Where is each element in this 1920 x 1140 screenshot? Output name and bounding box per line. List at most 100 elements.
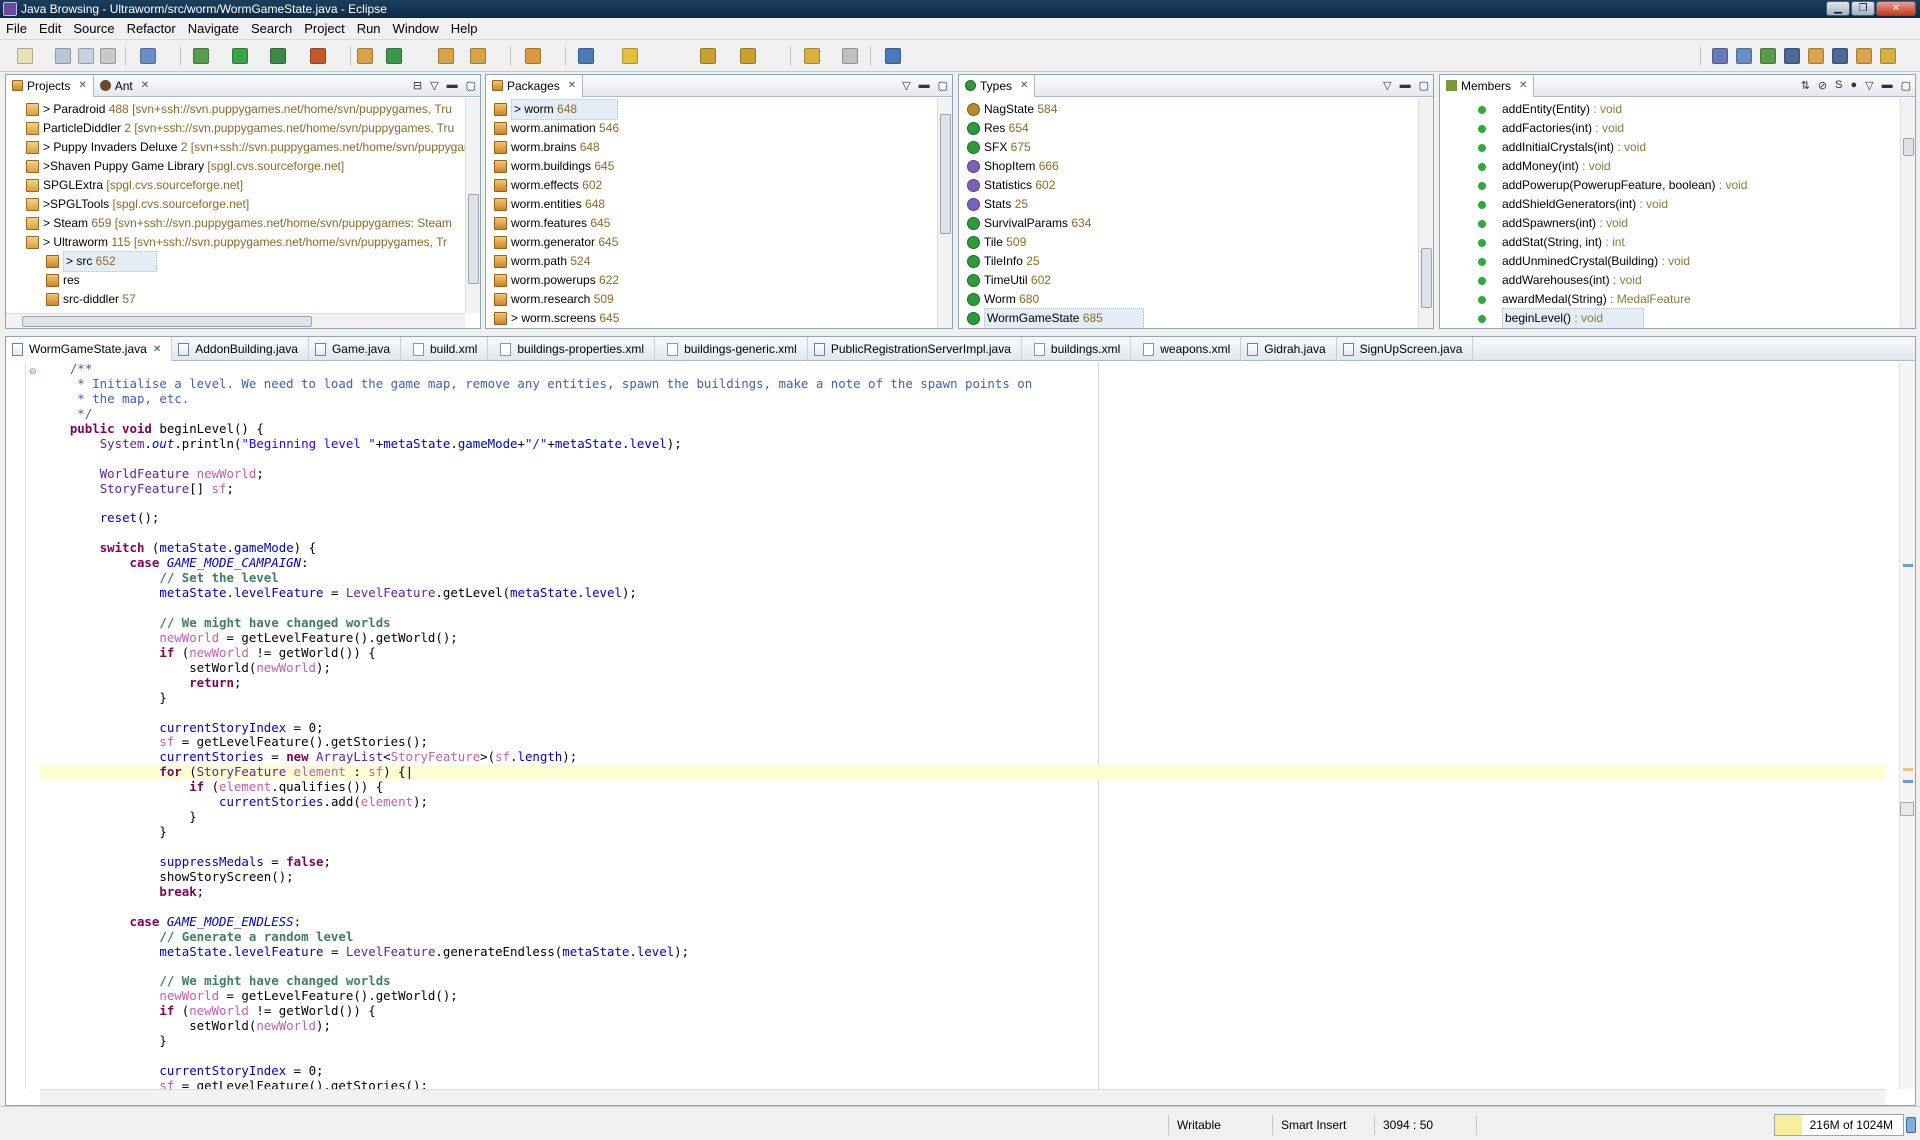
editor-tab-gidrah-java[interactable]: Gidrah.java [1241,337,1337,361]
types-item[interactable]: ShopItem 666 [967,157,1418,176]
projects-item[interactable]: > Paradroid 488 [svn+ssh://svn.puppygame… [26,100,465,119]
view-tab-ant[interactable]: Ant ✕ [94,75,155,97]
perspective-xml-icon[interactable] [1832,48,1848,64]
forward-icon[interactable] [842,48,858,64]
members-item[interactable]: addEntity(Entity) : void [1472,100,1900,119]
view-menu-icon[interactable]: ▽ [430,79,438,92]
packages-vertical-scrollbar[interactable] [937,98,952,328]
editor-tab-buildings-properties-xml[interactable]: buildings-properties.xml [488,337,656,361]
menu-project[interactable]: Project [298,21,350,36]
fold-collapse-icon[interactable]: ⊖ [29,366,37,377]
view-tab-types[interactable]: Types ✕ [959,75,1036,97]
types-item[interactable]: NagState 584 [967,100,1418,119]
maximize-icon[interactable]: ❐ [1851,1,1875,16]
types-item[interactable]: TileInfo 25 [967,252,1418,271]
editor-tab-buildings-generic-xml[interactable]: buildings-generic.xml [655,337,808,361]
packages-item[interactable]: worm.brains 648 [494,138,937,157]
view-tab-packages[interactable]: Packages ✕ [486,75,584,97]
members-item[interactable]: addUnminedCrystal(Building) : void [1472,252,1900,271]
print-icon[interactable] [100,48,116,64]
types-item[interactable]: Res 654 [967,119,1418,138]
perspective-team-icon[interactable] [1808,48,1824,64]
toggle-mark-icon[interactable] [622,48,638,64]
close-editor-icon[interactable]: ✕ [153,344,161,355]
run-gc-icon[interactable] [1906,1117,1916,1133]
editor-tab-buildings-xml[interactable]: buildings.xml [1022,337,1132,361]
heap-status[interactable]: 216M of 1024M [1774,1114,1904,1136]
projects-item[interactable]: > src 652 [26,251,465,272]
collapse-all-icon[interactable]: ⊟ [413,79,422,92]
maximize-view-icon[interactable]: ▢ [1419,79,1429,92]
members-item[interactable]: addMoney(int) : void [1472,157,1900,176]
packages-item[interactable]: > worm.screens 645 [494,309,937,328]
members-item[interactable]: addPowerup(PowerupFeature, boolean) : vo… [1472,176,1900,195]
perspective-svn-icon[interactable] [1784,48,1800,64]
save-icon[interactable] [55,48,71,64]
maximize-view-icon[interactable]: ▢ [466,79,476,92]
members-item[interactable]: addWarehouses(int) : void [1472,271,1900,290]
close-view-icon[interactable]: ✕ [1020,80,1028,91]
menu-search[interactable]: Search [245,21,298,36]
projects-item[interactable]: >Shaven Puppy Game Library [spgl.cvs.sou… [26,157,465,176]
members-item[interactable]: addSpawners(int) : void [1472,214,1900,233]
external-tools-icon[interactable] [310,48,326,64]
hide-nonpublic-icon[interactable]: ● [1850,79,1857,92]
types-list[interactable]: NagState 584 Res 654 SFX 675 ShopItem 666 St… [959,98,1418,328]
close-view-icon[interactable]: ✕ [568,80,576,91]
types-item[interactable]: WormGameState 685 [967,308,1418,328]
packages-item[interactable]: worm.effects 602 [494,176,937,195]
members-item[interactable]: addFactories(int) : void [1472,119,1900,138]
editor-tab-wormgamestate-java[interactable]: WormGameState.java ✕ [6,337,173,361]
sort-members-icon[interactable]: ⇅ [1801,79,1810,92]
run-icon[interactable] [232,48,248,64]
view-tab-members[interactable]: Members ✕ [1440,75,1535,97]
overview-ruler[interactable] [1899,362,1915,1089]
new-class-icon[interactable] [386,48,402,64]
packages-item[interactable]: worm.generator 645 [494,233,937,252]
menu-file[interactable]: File [0,21,33,36]
menu-source[interactable]: Source [67,21,120,36]
projects-horizontal-scrollbar[interactable] [6,313,465,328]
types-item[interactable]: Stats 25 [967,195,1418,214]
minimize-icon[interactable]: ▁ [1826,1,1850,16]
packages-item[interactable]: worm.path 524 [494,252,937,271]
types-item[interactable]: Tile 509 [967,233,1418,252]
types-item[interactable]: TimeUtil 602 [967,271,1418,290]
view-menu-icon[interactable]: ▽ [1383,79,1391,92]
perspective-debug-icon[interactable] [1760,48,1776,64]
types-vertical-scrollbar[interactable] [1418,98,1433,328]
perspective-java-icon[interactable] [1712,48,1728,64]
perspective-db-icon[interactable] [1856,48,1872,64]
close-window-icon[interactable]: ✕ [1876,1,1916,16]
menu-help[interactable]: Help [445,21,484,36]
minimize-view-icon[interactable]: ▬ [1882,79,1893,92]
projects-item[interactable]: >SPGLTools [spgl.cvs.sourceforge.net] [26,195,465,214]
menu-window[interactable]: Window [387,21,445,36]
open-task-icon[interactable] [470,48,486,64]
view-menu-icon[interactable]: ▽ [902,79,910,92]
packages-item[interactable]: > worm 648 [494,99,937,120]
editor-horizontal-scrollbar[interactable] [40,1089,1885,1105]
menu-navigate[interactable]: Navigate [182,21,245,36]
editor-tab-game-java[interactable]: Game.java [309,337,401,361]
packages-item[interactable]: worm.research 509 [494,290,937,309]
hide-fields-icon[interactable]: ⊘ [1818,79,1827,92]
projects-item[interactable]: res [26,271,465,290]
pin-editor-icon[interactable] [885,48,901,64]
members-item[interactable]: addInitialCrystals(int) : void [1472,138,1900,157]
projects-item[interactable]: src-diddler 57 [26,290,465,309]
projects-item[interactable]: > Puppy Invaders Deluxe 2 [svn+ssh://svn… [26,138,465,157]
maximize-view-icon[interactable]: ▢ [938,79,948,92]
members-item[interactable]: beginLevel() : void [1472,308,1900,328]
prev-annotation-icon[interactable] [740,48,756,64]
menu-edit[interactable]: Edit [33,21,67,36]
packages-item[interactable]: worm.features 645 [494,214,937,233]
packages-item[interactable]: worm.powerups 622 [494,271,937,290]
projects-vertical-scrollbar[interactable] [465,98,480,313]
new-icon[interactable] [17,48,33,64]
minimize-view-icon[interactable]: ▬ [447,79,458,92]
editor-tab-addonbuilding-java[interactable]: AddonBuilding.java [172,337,309,361]
members-vertical-scrollbar[interactable] [1900,98,1915,328]
members-item[interactable]: awardMedal(String) : MedalFeature [1472,290,1900,309]
search-icon[interactable] [525,48,541,64]
